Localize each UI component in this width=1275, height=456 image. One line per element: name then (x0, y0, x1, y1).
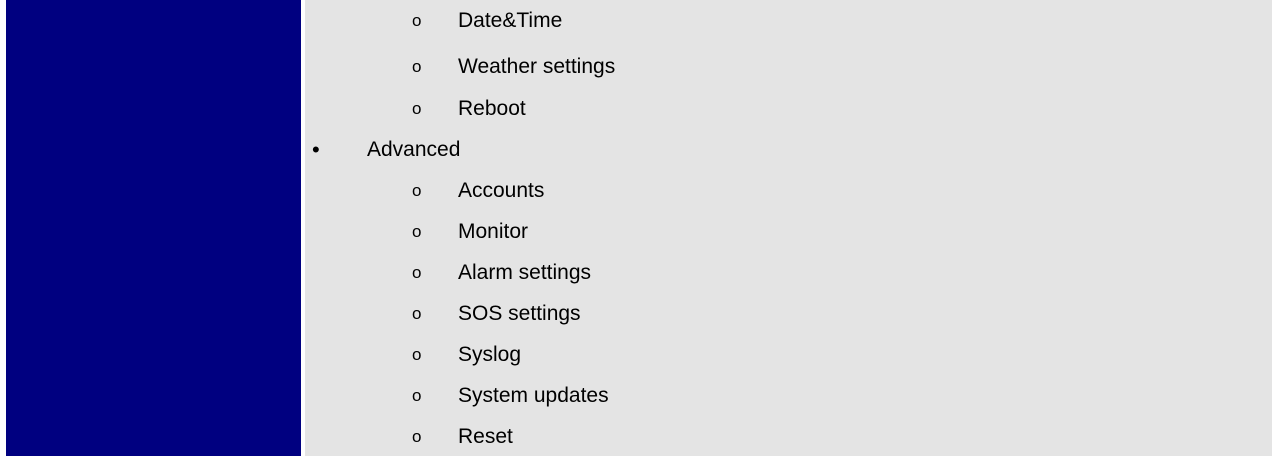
list-item-label: Reset (458, 425, 513, 448)
list-marker-icon: o (412, 263, 422, 282)
list-marker-icon: o (412, 181, 422, 200)
list-marker-icon: o (412, 427, 422, 446)
list-marker-icon: o (412, 345, 422, 364)
list-item-label: Weather settings (458, 55, 616, 78)
list-item-label: Alarm settings (458, 261, 592, 284)
list-item-label: Syslog (458, 343, 522, 366)
list-marker-icon: o (412, 11, 422, 30)
list-item-label: System updates (458, 384, 609, 407)
list-marker-icon: o (412, 304, 422, 323)
section-label: Advanced (367, 138, 461, 161)
list-marker-icon: o (412, 57, 422, 76)
list-item-label: Date&Time (458, 9, 563, 32)
list-marker-icon: o (412, 99, 422, 118)
list-item-label: SOS settings (458, 302, 581, 325)
list-marker-icon: o (412, 222, 422, 241)
table-row (0, 0, 1275, 456)
sidebar-color-cell (6, 0, 301, 456)
content-cell (305, 0, 1272, 456)
list-item-label: Reboot (458, 97, 526, 120)
list-item-label: Monitor (458, 220, 529, 243)
list-item-label: Accounts (458, 179, 545, 202)
list-marker-icon: o (412, 386, 422, 405)
bullet-icon: • (312, 137, 320, 162)
